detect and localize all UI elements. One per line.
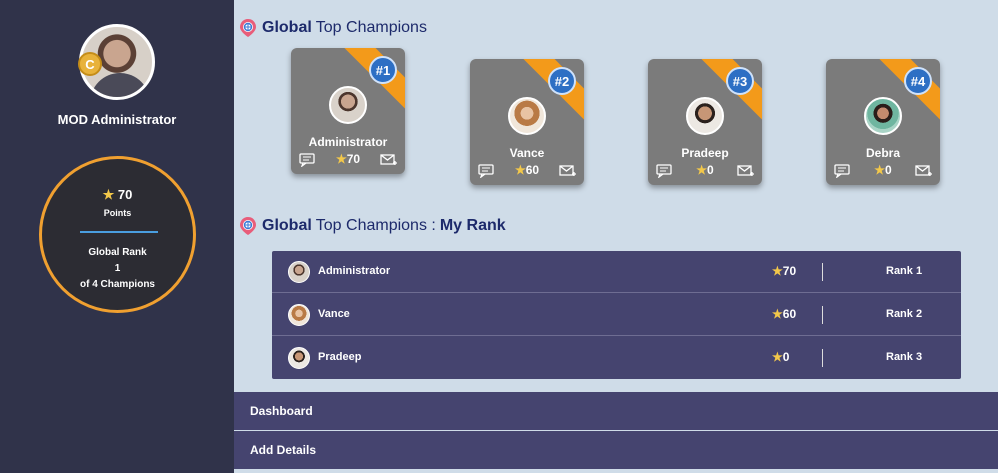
divider (822, 349, 823, 367)
row-points: ★70 (772, 264, 797, 278)
champion-name: Vance (509, 146, 545, 160)
points-value: ★ 70 (102, 187, 133, 202)
global-rank-value: 1 (114, 263, 121, 274)
avatar (686, 97, 724, 135)
profile-name: MOD Administrator (57, 112, 177, 127)
table-row[interactable]: Pradeep ★0 Rank 3 (272, 337, 961, 379)
star-icon: ★ (772, 307, 783, 321)
avatar (864, 97, 902, 135)
champion-card-4[interactable]: #4 Debra ★0 (826, 59, 940, 185)
rank-badge: #1 (369, 56, 397, 84)
star-icon: ★ (874, 163, 886, 177)
champions-count: of 4 Champions (79, 279, 155, 290)
table-row[interactable]: Administrator ★70 Rank 1 (272, 251, 961, 293)
section-title-top-champions: Global Top Champions (238, 18, 427, 38)
champion-name: Debra (865, 146, 900, 160)
avatar (288, 304, 310, 326)
mail-icon[interactable] (559, 164, 576, 178)
rank-table: Administrator ★70 Rank 1 Vance ★60 Rank … (272, 251, 961, 379)
champion-card-3[interactable]: #3 Pradeep ★0 (648, 59, 762, 185)
divider (80, 231, 158, 233)
divider (822, 306, 823, 324)
row-name: Pradeep (318, 351, 362, 363)
champion-card-2[interactable]: #2 Vance ★60 (470, 59, 584, 185)
global-rank-label: Global Rank (88, 247, 147, 258)
row-name: Administrator (318, 265, 391, 277)
rank-badge: #2 (548, 67, 576, 95)
row-points: ★60 (772, 307, 797, 321)
star-icon: ★ (335, 152, 347, 166)
avatar (329, 86, 367, 124)
points-summary: ★ 70 Points Global Rank 1 of 4 Champions (39, 156, 196, 313)
points-label: Points (103, 208, 132, 218)
rank-badge: #3 (726, 67, 754, 95)
star-icon: ★ (696, 163, 708, 177)
table-row[interactable]: Vance ★60 Rank 2 (272, 294, 961, 336)
row-name: Vance (318, 308, 350, 320)
avatar (288, 347, 310, 369)
nav-dashboard[interactable]: Dashboard (234, 392, 998, 430)
nav-add-details[interactable]: Add Details (234, 431, 998, 469)
divider (822, 263, 823, 281)
star-icon: ★ (772, 264, 783, 278)
avatar (288, 261, 310, 283)
mail-icon[interactable] (737, 164, 754, 178)
champion-name: Pradeep (681, 146, 729, 160)
location-pin-icon (240, 19, 256, 37)
row-rank: Rank 3 (886, 351, 923, 363)
star-icon: ★ (514, 163, 526, 177)
mail-icon[interactable] (380, 153, 397, 167)
champion-badge-icon: C (78, 52, 102, 76)
row-points: ★0 (772, 350, 790, 364)
star-icon: ★ (772, 350, 783, 364)
champion-card-1[interactable]: #1 Administrator ★70 (291, 48, 405, 174)
section-title-my-rank: Global Top Champions : My Rank (238, 216, 510, 236)
row-rank: Rank 1 (886, 265, 923, 277)
avatar (508, 97, 546, 135)
row-rank: Rank 2 (886, 308, 923, 320)
mail-icon[interactable] (915, 164, 932, 178)
location-pin-icon (240, 217, 256, 235)
champion-name: Administrator (308, 135, 388, 149)
sidebar: C MOD Administrator ★ 70 Points Global R… (0, 0, 234, 473)
rank-badge: #4 (904, 67, 932, 95)
star-icon: ★ (102, 187, 115, 202)
